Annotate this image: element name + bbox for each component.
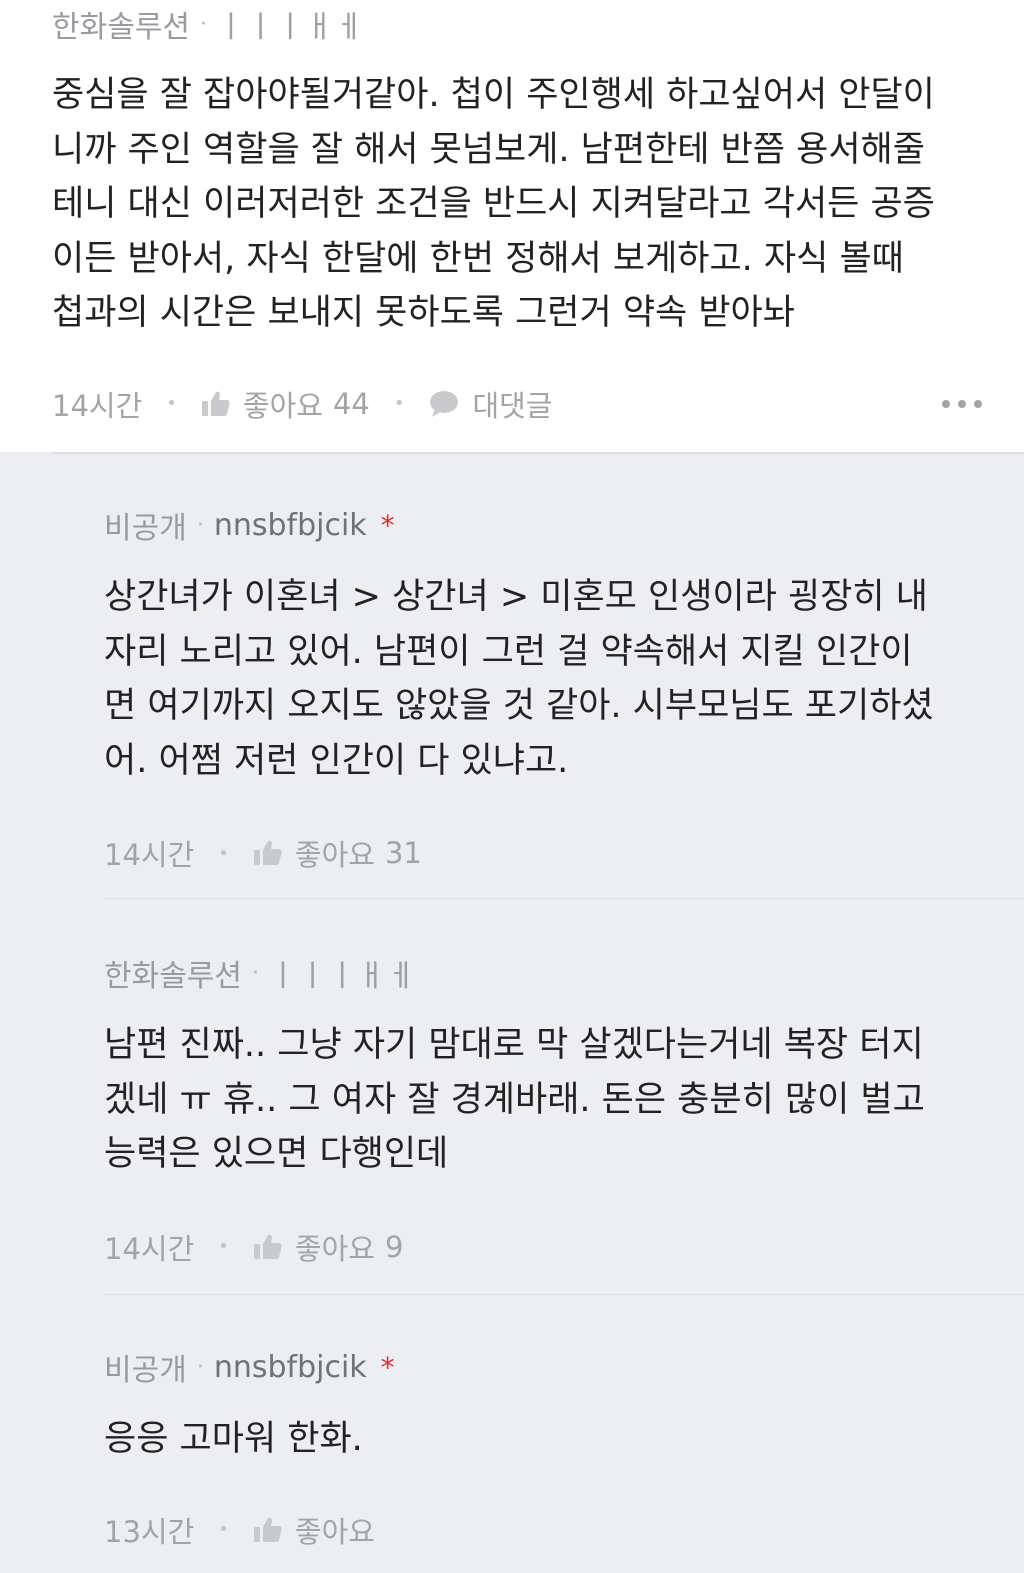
thumbs-up-icon xyxy=(201,391,230,416)
divider xyxy=(104,1294,1024,1295)
like-button[interactable]: 좋아요 44 xyxy=(201,383,370,425)
more-dots-icon xyxy=(942,399,950,408)
author-star-mark: * xyxy=(380,1350,395,1384)
comment-meta: 14시간 • 좋아요 31 xyxy=(104,828,984,878)
reply-comment: 비공개 · nnsbfbjcik * 응응 고마워 한화. 13시간 • 좋아요 xyxy=(104,1340,984,1555)
author-name[interactable]: 한화솔루션 xyxy=(104,951,242,995)
author-name[interactable]: 비공개 xyxy=(104,503,187,547)
comment-author-line: 한화솔루션 · ㅣㅣㅣㅐㅔ xyxy=(104,946,984,1000)
thumbs-up-icon xyxy=(253,840,282,865)
author-nickname[interactable]: ㅣㅣㅣㅐㅔ xyxy=(269,951,417,995)
separator-dot: • xyxy=(218,1236,229,1257)
comment-body: 응응 고마워 한화. xyxy=(104,1419,363,1459)
like-count: 9 xyxy=(384,1229,404,1264)
separator-dot: • xyxy=(218,842,229,864)
thumbs-up-icon xyxy=(253,1234,282,1259)
author-star-mark: * xyxy=(380,508,395,542)
reply-button[interactable]: 대댓글 xyxy=(428,383,553,425)
like-button[interactable]: 좋아요 31 xyxy=(253,832,422,874)
comment-meta: 13시간 • 좋아요 xyxy=(104,1505,984,1555)
thumbs-up-icon xyxy=(253,1517,282,1542)
comment-body: 남편 진짜.. 그냥 자기 맘대로 막 살겠다는거네 복장 터지 겠네 ㅠ 휴.… xyxy=(104,1025,925,1174)
like-count: 44 xyxy=(332,386,370,421)
separator-dot: · xyxy=(196,512,204,538)
like-label: 좋아요 xyxy=(294,838,375,872)
reply-comment: 한화솔루션 · ㅣㅣㅣㅐㅔ 남편 진짜.. 그냥 자기 맘대로 막 살겠다는거네… xyxy=(104,946,984,1272)
like-button[interactable]: 좋아요 9 xyxy=(253,1226,404,1268)
comment-body: 상간녀가 이혼녀 > 상간녀 > 미혼모 인생이라 굉장히 내 자리 노리고 있… xyxy=(104,577,934,781)
like-label: 좋아요 xyxy=(294,1514,375,1549)
separator-dot: · xyxy=(196,1354,204,1380)
separator-dot: · xyxy=(252,960,259,986)
divider xyxy=(104,898,1024,899)
separator-dot: • xyxy=(218,1519,229,1540)
separator-dot: • xyxy=(166,393,177,414)
author-nickname[interactable]: ㅣㅣㅣㅐㅔ xyxy=(217,2,365,46)
author-name[interactable]: 한화솔루션 xyxy=(52,2,190,46)
comment-time: 14시간 xyxy=(52,388,143,423)
speech-bubble-icon xyxy=(430,390,459,417)
author-name[interactable]: 비공개 xyxy=(104,1345,187,1389)
comment-time: 14시간 xyxy=(104,1231,195,1266)
comment-meta: 14시간 • 좋아요 9 xyxy=(104,1222,984,1272)
divider xyxy=(52,452,1024,454)
comment-meta: 14시간 • 좋아요 44 • 대댓글 xyxy=(52,379,982,429)
like-label: 좋아요 xyxy=(294,1231,375,1266)
separator-dot: • xyxy=(393,393,405,414)
more-options-button[interactable] xyxy=(942,379,982,429)
like-label: 좋아요 xyxy=(242,388,323,423)
comment-author-line: 한화솔루션 · ㅣㅣㅣㅐㅔ xyxy=(52,0,982,48)
separator-dot: · xyxy=(200,11,207,37)
comment-time: 14시간 xyxy=(104,838,195,872)
author-nickname[interactable]: nnsbfbjcik xyxy=(214,1350,367,1385)
comment-author-line: 비공개 · nnsbfbjcik * xyxy=(104,1340,984,1394)
like-count: 31 xyxy=(384,836,422,870)
comment-body: 중심을 잘 잡아야될거같아. 첩이 주인행세 하고싶어서 안달이 니까 주인 역… xyxy=(52,75,935,333)
reply-comment: 비공개 · nnsbfbjcik * 상간녀가 이혼녀 > 상간녀 > 미혼모 … xyxy=(104,498,984,878)
more-dot xyxy=(958,399,966,408)
comment-author-line: 비공개 · nnsbfbjcik * xyxy=(104,498,984,552)
author-nickname[interactable]: nnsbfbjcik xyxy=(214,508,367,543)
comment-time: 13시간 xyxy=(104,1514,195,1549)
like-button[interactable]: 좋아요 xyxy=(253,1509,375,1551)
comment: 한화솔루션 · ㅣㅣㅣㅐㅔ 중심을 잘 잡아야될거같아. 첩이 주인행세 하고싶… xyxy=(52,0,982,429)
reply-label: 대댓글 xyxy=(472,388,553,423)
more-dot xyxy=(974,399,982,408)
